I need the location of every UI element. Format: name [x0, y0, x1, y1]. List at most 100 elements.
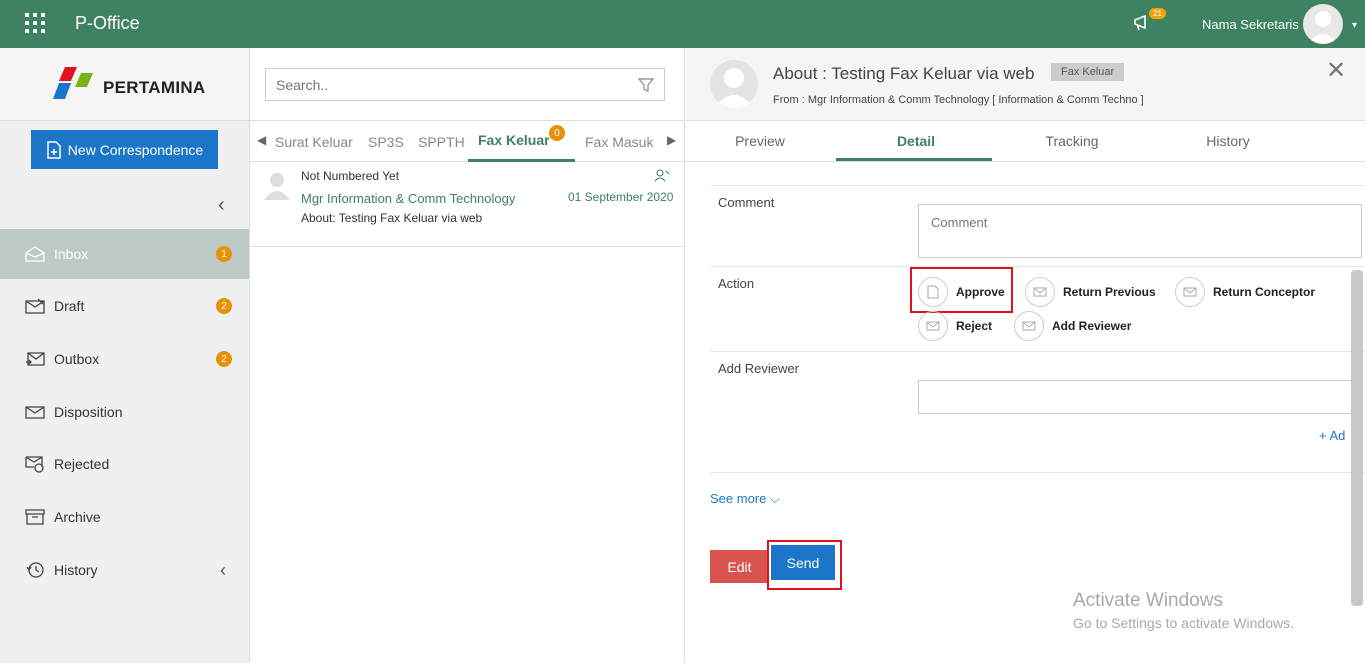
scroll-left-icon[interactable]: ◀ — [257, 133, 266, 147]
plus-icon: + — [1319, 428, 1330, 443]
sidebar-item-archive[interactable]: Archive — [0, 492, 249, 542]
rejected-icon — [24, 455, 46, 473]
mail-icon — [1025, 277, 1055, 307]
draft-icon — [24, 297, 46, 315]
apps-grid-icon[interactable] — [25, 13, 45, 33]
detail-panel: About : Testing Fax Keluar via web Fax K… — [686, 48, 1365, 663]
inbox-icon — [24, 245, 46, 263]
scrollbar[interactable] — [1351, 270, 1363, 606]
type-badge: Fax Keluar — [1051, 63, 1125, 81]
scroll-right-icon[interactable]: ▶ — [667, 133, 676, 147]
new-document-icon — [47, 140, 61, 159]
detail-from: From : Mgr Information & Comm Technology… — [773, 94, 1144, 106]
sender-avatar-icon — [264, 173, 290, 200]
tab-tracking[interactable]: Tracking — [994, 133, 1150, 149]
count-badge: 0 — [549, 125, 565, 141]
edit-button[interactable]: Edit — [710, 550, 769, 583]
chevron-down-icon[interactable]: ▾ — [1352, 20, 1357, 31]
history-icon — [24, 561, 46, 579]
sidebar-item-draft[interactable]: Draft 2 — [0, 281, 249, 331]
mail-date: 01 September 2020 — [568, 190, 674, 204]
tab-detail[interactable]: Detail — [838, 133, 994, 149]
tab-sp3s[interactable]: SP3S — [368, 134, 404, 150]
mail-icon — [918, 311, 948, 341]
top-bar: P-Office 21 Nama Sekretaris ▾ — [0, 0, 1365, 48]
action-label: Reject — [956, 319, 993, 333]
tab-surat-keluar[interactable]: Surat Keluar — [275, 134, 353, 150]
see-more-link[interactable]: See more ⌵ — [710, 491, 780, 507]
tab-fax-keluar[interactable]: Fax Keluar — [478, 132, 550, 148]
app-title: P-Office — [75, 13, 140, 33]
filter-icon[interactable] — [638, 77, 654, 93]
divider — [710, 472, 1365, 473]
detail-tabs: Preview Detail Tracking History — [686, 121, 1365, 162]
tab-fax-masuk[interactable]: Fax Masuk — [585, 134, 653, 150]
sidebar-item-outbox[interactable]: Outbox 2 — [0, 334, 249, 384]
avatar[interactable] — [1303, 4, 1343, 44]
detail-title: About : Testing Fax Keluar via web — [773, 64, 1035, 83]
logo-text: PERTAMINA — [103, 78, 206, 97]
sidebar-item-label: History — [54, 562, 98, 578]
highlight-send — [767, 540, 842, 590]
see-more-label: See more — [710, 491, 767, 506]
comment-label: Comment — [718, 195, 775, 210]
sidebar: PERTAMINA New Correspondence ‹ Inbox 1 D… — [0, 48, 250, 663]
mail-subject: About: Testing Fax Keluar via web — [301, 211, 483, 225]
outbox-icon — [24, 350, 46, 368]
sender-avatar — [710, 60, 758, 108]
archive-icon — [24, 508, 46, 526]
reject-action-button[interactable]: Reject — [918, 311, 992, 341]
add-link-label: Ad — [1329, 428, 1346, 443]
comment-input[interactable]: Comment — [918, 204, 1362, 258]
divider — [710, 185, 1365, 186]
sidebar-item-inbox[interactable]: Inbox 1 — [0, 229, 249, 279]
divider — [710, 266, 1365, 267]
notification-badge: 21 — [1149, 8, 1166, 19]
activate-windows-title: Activate Windows — [1073, 590, 1223, 611]
tab-history[interactable]: History — [1150, 133, 1306, 149]
mail-status: Not Numbered Yet — [301, 169, 400, 183]
action-label: Add Reviewer — [1052, 319, 1132, 333]
sidebar-item-label: Draft — [54, 298, 85, 314]
count-badge: 2 — [216, 298, 232, 314]
active-tab-indicator — [836, 158, 992, 161]
sidebar-item-history[interactable]: History ‹ — [0, 545, 249, 595]
new-correspondence-label: New Correspondence — [67, 141, 204, 158]
new-correspondence-button[interactable]: New Correspondence — [31, 130, 218, 169]
return-conceptor-action-button[interactable]: Return Conceptor — [1175, 277, 1315, 307]
collapse-sidebar-icon[interactable]: ‹ — [218, 194, 225, 217]
logo-area: PERTAMINA — [0, 48, 249, 121]
mail-icon — [1175, 277, 1205, 307]
return-previous-action-button[interactable]: Return Previous — [1025, 277, 1156, 307]
action-label: Return Conceptor — [1213, 285, 1315, 299]
search-input[interactable] — [265, 68, 665, 101]
sidebar-item-disposition[interactable]: Disposition — [0, 387, 249, 437]
divider — [710, 351, 1365, 352]
mail-icon — [1014, 311, 1044, 341]
detail-header: About : Testing Fax Keluar via web Fax K… — [686, 48, 1365, 121]
sidebar-item-label: Rejected — [54, 456, 110, 472]
highlight-approve — [910, 267, 1013, 313]
action-label: Action — [718, 276, 755, 291]
chevron-left-icon[interactable]: ‹ — [220, 560, 226, 581]
activate-windows-subtitle: Go to Settings to activate Windows. — [1073, 615, 1294, 631]
count-badge: 1 — [216, 246, 232, 262]
chevron-down-icon: ⌵ — [770, 491, 780, 506]
add-reviewer-label: Add Reviewer — [718, 361, 799, 376]
reviewer-input[interactable] — [918, 380, 1354, 414]
tab-sppth[interactable]: SPPTH — [418, 134, 465, 150]
sidebar-item-rejected[interactable]: Rejected — [0, 439, 249, 489]
user-name[interactable]: Nama Sekretaris — [1202, 17, 1299, 32]
sidebar-item-label: Inbox — [54, 246, 89, 262]
disposition-icon — [24, 403, 46, 421]
list-item[interactable]: Not Numbered Yet Mgr Information & Comm … — [250, 162, 684, 247]
close-icon[interactable]: ✕ — [1326, 56, 1346, 85]
category-tabs: ◀ Surat Keluar SP3S SPPTH Fax Keluar 0 F… — [250, 120, 684, 162]
count-badge: 2 — [216, 351, 232, 367]
sidebar-item-label: Archive — [54, 509, 101, 525]
sidebar-item-label: Disposition — [54, 404, 123, 420]
pertamina-logo-icon — [53, 67, 93, 99]
add-reviewer-link[interactable]: + Ad — [1319, 428, 1345, 443]
add-reviewer-action-button[interactable]: Add Reviewer — [1014, 311, 1131, 341]
tab-preview[interactable]: Preview — [682, 133, 838, 149]
